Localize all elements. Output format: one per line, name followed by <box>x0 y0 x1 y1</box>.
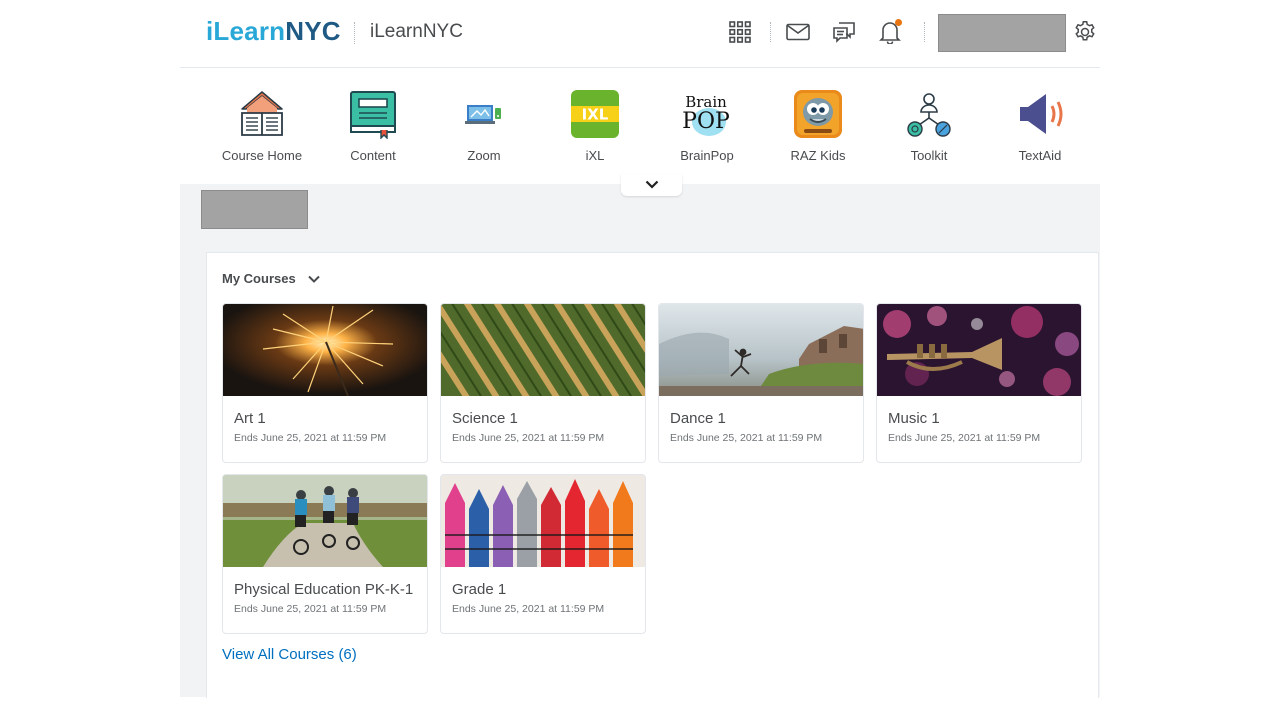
course-name: Dance 1 <box>670 410 726 427</box>
course-image-crop-rows <box>441 304 645 396</box>
nav-label: Zoom <box>467 148 501 163</box>
course-name: Music 1 <box>888 410 940 427</box>
content-book-icon <box>347 88 399 140</box>
chat-icon[interactable] <box>830 18 858 46</box>
navbar: Course Home Content Zoom IXL iXL Brain P… <box>180 68 1100 184</box>
nav-label: RAZ Kids <box>790 148 846 163</box>
course-name: Art 1 <box>234 410 266 427</box>
course-end-date: Ends June 25, 2021 at 11:59 PM <box>234 432 387 444</box>
zoom-icon <box>458 88 510 140</box>
ilearnnyc-logo[interactable]: iLearnNYC <box>206 16 341 47</box>
apps-grid-icon[interactable] <box>726 18 754 46</box>
bell-icon[interactable] <box>876 18 904 46</box>
course-image-trumpet <box>877 304 1081 396</box>
org-name[interactable]: iLearnNYC <box>370 21 463 43</box>
course-card-art[interactable]: Art 1 Ends June 25, 2021 at 11:59 PM <box>222 303 428 463</box>
course-image-sparkler <box>223 304 427 396</box>
course-end-date: Ends June 25, 2021 at 11:59 PM <box>234 603 387 615</box>
main-content: My Courses Art 1 Ends June 25, 2021 at 1… <box>180 184 1100 698</box>
course-card-grade-1[interactable]: Grade 1 Ends June 25, 2021 at 11:59 PM <box>440 474 646 634</box>
brainpop-icon: Brain POP <box>681 88 733 140</box>
toolbar-divider <box>770 22 771 42</box>
toolbar-divider <box>924 22 925 42</box>
chevron-down-icon <box>307 271 320 286</box>
mail-icon[interactable] <box>784 18 812 46</box>
course-end-date: Ends June 25, 2021 at 11:59 PM <box>888 432 1041 444</box>
redacted-block <box>201 190 308 229</box>
course-image-cyclists <box>223 475 427 567</box>
course-image-dancer <box>659 304 863 396</box>
raz-kids-icon <box>792 88 844 140</box>
my-courses-dropdown[interactable]: My Courses <box>222 271 320 286</box>
svg-text:IXL: IXL <box>582 106 609 124</box>
nav-item-brainpop[interactable]: Brain POP BrainPop <box>652 88 762 163</box>
logo-prefix: iLearn <box>206 16 286 46</box>
nav-label: BrainPop <box>680 148 734 163</box>
nav-item-zoom[interactable]: Zoom <box>429 88 539 163</box>
course-card-dance[interactable]: Dance 1 Ends June 25, 2021 at 11:59 PM <box>658 303 864 463</box>
nav-label: Toolkit <box>910 148 948 163</box>
ixl-icon: IXL <box>569 88 621 140</box>
nav-item-toolkit[interactable]: Toolkit <box>874 88 984 163</box>
chevron-down-icon <box>645 176 659 194</box>
course-home-icon <box>236 88 288 140</box>
course-end-date: Ends June 25, 2021 at 11:59 PM <box>452 603 605 615</box>
gear-icon[interactable] <box>1071 18 1099 46</box>
nav-item-raz-kids[interactable]: RAZ Kids <box>763 88 873 163</box>
course-end-date: Ends June 25, 2021 at 11:59 PM <box>452 432 605 444</box>
course-card-music[interactable]: Music 1 Ends June 25, 2021 at 11:59 PM <box>876 303 1082 463</box>
course-end-date: Ends June 25, 2021 at 11:59 PM <box>670 432 823 444</box>
nav-label: Course Home <box>221 148 303 163</box>
nav-label: Content <box>350 148 396 163</box>
course-name: Grade 1 <box>452 581 507 598</box>
textaid-icon <box>1014 88 1066 140</box>
nav-label: iXL <box>585 148 605 163</box>
user-profile-button[interactable] <box>938 14 1066 52</box>
view-all-courses-link[interactable]: View All Courses (6) <box>222 646 357 663</box>
logo-suffix: NYC <box>285 16 341 46</box>
expand-navbar-button[interactable] <box>621 174 682 196</box>
nav-item-textaid[interactable]: TextAid <box>985 88 1095 163</box>
nav-item-ixl[interactable]: IXL iXL <box>540 88 650 163</box>
logo-divider <box>354 22 355 44</box>
course-image-crayons <box>441 475 645 567</box>
toolkit-icon <box>903 88 955 140</box>
course-name: Physical Education PK-K-1 <box>234 581 414 598</box>
widget-title: My Courses <box>222 271 296 286</box>
nav-label: TextAid <box>1018 148 1062 163</box>
nav-item-course-home[interactable]: Course Home <box>207 88 317 163</box>
my-courses-widget: My Courses Art 1 Ends June 25, 2021 at 1… <box>206 252 1099 698</box>
course-card-physical-education[interactable]: Physical Education PK-K-1 Ends June 25, … <box>222 474 428 634</box>
course-card-science[interactable]: Science 1 Ends June 25, 2021 at 11:59 PM <box>440 303 646 463</box>
notification-dot <box>895 19 902 26</box>
app-shell: iLearnNYC iLearnNYC Course Home Content … <box>180 0 1100 698</box>
top-bar: iLearnNYC iLearnNYC <box>180 0 1100 68</box>
svg-text:POP: POP <box>682 109 730 134</box>
nav-item-content[interactable]: Content <box>318 88 428 163</box>
course-name: Science 1 <box>452 410 518 427</box>
